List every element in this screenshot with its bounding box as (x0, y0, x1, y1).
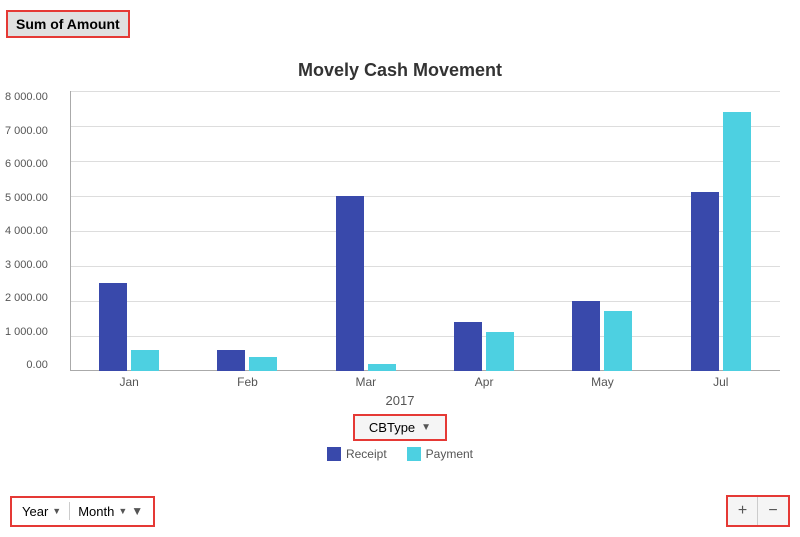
year-dropdown-arrow: ▼ (52, 506, 61, 516)
bar-receipt-feb (217, 350, 245, 371)
y-label-8000: 8 000.00 (5, 91, 48, 103)
x-label-jul: Jul (662, 375, 780, 389)
bar-group-jul (662, 91, 780, 371)
legend-payment: Payment (407, 447, 473, 461)
legend-receipt: Receipt (327, 447, 387, 461)
y-label-1000: 1 000.00 (5, 326, 48, 338)
x-axis-labels: JanFebMarAprMayJul (70, 375, 780, 389)
month-dropdown-arrow: ▼ (118, 506, 127, 516)
filter-icon: ▼ (131, 504, 143, 518)
bar-receipt-jan (99, 283, 127, 371)
y-label-5000: 5 000.00 (5, 192, 48, 204)
bar-payment-jul (723, 112, 751, 371)
month-dropdown-button[interactable]: Month ▼ ▼ (74, 502, 147, 521)
bar-group-apr (425, 91, 543, 371)
x-label-mar: Mar (307, 375, 425, 389)
bar-receipt-jul (691, 192, 719, 371)
legend-payment-label: Payment (426, 447, 473, 461)
bottom-controls: Year ▼ Month ▼ ▼ + − (0, 495, 800, 527)
x-label-jan: Jan (70, 375, 188, 389)
legend-payment-color (407, 447, 421, 461)
x-label-feb: Feb (188, 375, 306, 389)
y-label-2000: 2 000.00 (5, 292, 48, 304)
x-label-apr: Apr (425, 375, 543, 389)
bar-payment-apr (486, 332, 514, 371)
chart-container: Movely Cash Movement 8 000.00 7 000.00 6… (0, 60, 800, 461)
chart-legend: Receipt Payment (327, 447, 473, 461)
zoom-out-button[interactable]: − (758, 497, 788, 525)
bar-payment-feb (249, 357, 277, 371)
y-label-7000: 7 000.00 (5, 125, 48, 137)
legend-receipt-label: Receipt (346, 447, 387, 461)
bar-group-jan (70, 91, 188, 371)
bar-group-mar (307, 91, 425, 371)
bar-receipt-mar (336, 196, 364, 371)
bar-group-may (543, 91, 661, 371)
y-label-6000: 6 000.00 (5, 158, 48, 170)
zoom-in-button[interactable]: + (728, 497, 758, 525)
bars-area (70, 91, 780, 371)
bar-group-feb (188, 91, 306, 371)
year-month-divider (69, 502, 70, 520)
y-label-3000: 3 000.00 (5, 259, 48, 271)
bar-receipt-may (572, 301, 600, 371)
y-label-4000: 4 000.00 (5, 225, 48, 237)
year-dropdown-label: Year (22, 504, 48, 519)
year-label: 2017 (0, 393, 800, 408)
chart-plot-area: 8 000.00 7 000.00 6 000.00 5 000.00 4 00… (70, 91, 780, 371)
y-label-0: 0.00 (26, 359, 47, 371)
sum-of-amount-button[interactable]: Sum of Amount (6, 10, 130, 38)
year-month-group: Year ▼ Month ▼ ▼ (10, 496, 155, 527)
bar-payment-jan (131, 350, 159, 371)
year-dropdown-button[interactable]: Year ▼ (18, 502, 65, 521)
zoom-controls: + − (726, 495, 790, 527)
cbtype-dropdown-arrow: ▼ (421, 422, 431, 433)
bar-receipt-apr (454, 322, 482, 371)
cbtype-section: CBType ▼ Receipt Payment (0, 414, 800, 461)
bar-payment-mar (368, 364, 396, 371)
chart-title: Movely Cash Movement (0, 60, 800, 81)
cbtype-filter-button[interactable]: CBType ▼ (353, 414, 447, 441)
month-dropdown-label: Month (78, 504, 114, 519)
x-label-may: May (543, 375, 661, 389)
bar-payment-may (604, 311, 632, 371)
cbtype-label: CBType (369, 420, 415, 435)
legend-receipt-color (327, 447, 341, 461)
